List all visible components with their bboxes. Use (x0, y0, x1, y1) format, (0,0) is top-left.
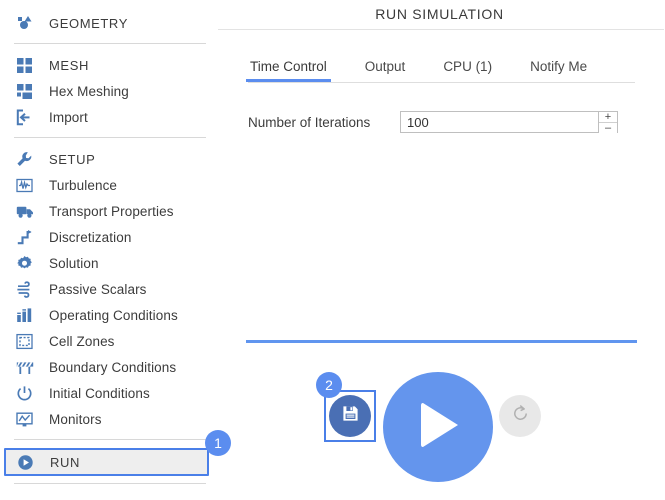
play-button[interactable] (383, 372, 493, 482)
sidebar-item-label: Operating Conditions (49, 307, 178, 323)
sidebar-group-setup: SETUP Turbulence Transport Properties Di… (0, 146, 218, 432)
geometry-icon (16, 13, 40, 33)
tab-cpu[interactable]: CPU (1) (443, 59, 492, 82)
step-badge-2: 2 (316, 372, 342, 398)
sidebar-item-initial-conditions[interactable]: Initial Conditions (0, 380, 218, 406)
title-divider (218, 29, 664, 30)
reset-button[interactable] (499, 395, 541, 437)
tab-output[interactable]: Output (365, 59, 406, 82)
iterations-row: Number of Iterations + – (218, 111, 665, 134)
action-bar (218, 362, 665, 482)
sidebar-group-mesh: MESH Hex Meshing Import (0, 52, 218, 130)
sidebar-item-run[interactable]: RUN (4, 448, 209, 476)
sidebar-item-label: GEOMETRY (49, 15, 128, 31)
sidebar-item-label: Turbulence (49, 177, 118, 193)
iterations-stepper[interactable]: + – (400, 111, 618, 134)
sidebar-divider (14, 137, 206, 138)
sidebar-item-hex-meshing[interactable]: Hex Meshing (0, 78, 218, 104)
sidebar-item-label: Solution (49, 255, 99, 271)
sidebar-item-solution[interactable]: Solution (0, 250, 218, 276)
mesh-icon (16, 55, 40, 75)
sidebar-item-passive-scalars[interactable]: Passive Scalars (0, 276, 218, 302)
monitor-icon (16, 409, 40, 429)
sidebar-item-operating-conditions[interactable]: Operating Conditions (0, 302, 218, 328)
sidebar-item-turbulence[interactable]: Turbulence (0, 172, 218, 198)
sidebar-item-label: Boundary Conditions (49, 359, 177, 375)
sidebar-item-discretization[interactable]: Discretization (0, 224, 218, 250)
sidebar-item-cell-zones[interactable]: Cell Zones (0, 328, 218, 354)
reset-icon (511, 404, 530, 428)
tab-notify-me[interactable]: Notify Me (530, 59, 587, 82)
sidebar-item-label: Transport Properties (49, 203, 174, 219)
save-button[interactable] (329, 395, 371, 437)
tab-bar: Time Control Output CPU (1) Notify Me (218, 52, 665, 82)
sidebar-item-label: SETUP (49, 151, 96, 167)
sidebar-divider (14, 43, 206, 44)
sidebar-item-label: Discretization (49, 229, 132, 245)
page-title: RUN SIMULATION (375, 6, 504, 22)
tab-time-control[interactable]: Time Control (246, 59, 331, 82)
sidebar-item-label: Passive Scalars (49, 281, 147, 297)
power-icon (16, 383, 40, 403)
main-panel: RUN SIMULATION Time Control Output CPU (… (218, 0, 665, 500)
stepper-buttons: + – (598, 112, 617, 134)
wind-icon (16, 279, 40, 299)
sidebar-item-label: Cell Zones (49, 333, 115, 349)
sidebar-item-mesh[interactable]: MESH (0, 52, 218, 78)
sidebar-item-label: MESH (49, 57, 89, 73)
discretization-icon (16, 227, 40, 247)
sidebar-item-label: Initial Conditions (49, 385, 150, 401)
sidebar: GEOMETRY MESH Hex Meshing Import SETUP T… (0, 0, 233, 500)
sidebar-item-monitors[interactable]: Monitors (0, 406, 218, 432)
sidebar-item-import[interactable]: Import (0, 104, 218, 130)
sidebar-item-label: Monitors (49, 411, 102, 427)
sidebar-item-transport-properties[interactable]: Transport Properties (0, 198, 218, 224)
sidebar-item-setup[interactable]: SETUP (0, 146, 218, 172)
step-badge-1: 1 (205, 430, 231, 456)
play-icon (410, 397, 466, 458)
decrement-button[interactable]: – (599, 123, 617, 134)
sidebar-group-geometry: GEOMETRY (0, 10, 218, 36)
sidebar-divider (14, 483, 206, 484)
sidebar-item-label: Import (49, 109, 88, 125)
sidebar-group-run: RUN (0, 448, 218, 476)
sidebar-item-boundary-conditions[interactable]: Boundary Conditions (0, 354, 218, 380)
app-root: GEOMETRY MESH Hex Meshing Import SETUP T… (0, 0, 665, 500)
import-icon (16, 107, 40, 127)
turbulence-icon (16, 175, 40, 195)
section-divider (246, 340, 637, 343)
sidebar-divider (14, 439, 206, 440)
iterations-label: Number of Iterations (248, 114, 371, 130)
sidebar-item-geometry[interactable]: GEOMETRY (0, 10, 218, 36)
iterations-input[interactable] (401, 112, 598, 132)
sidebar-item-label: Hex Meshing (49, 83, 129, 99)
gear-icon (16, 253, 40, 273)
floppy-disk-icon (342, 405, 359, 427)
wrench-icon (16, 149, 40, 169)
hex-meshing-icon (16, 81, 40, 101)
sidebar-item-label: RUN (50, 454, 80, 470)
bar-chart-icon (16, 305, 40, 325)
boundary-icon (16, 357, 40, 377)
tab-bar-divider (248, 82, 635, 83)
play-circle-icon (17, 452, 41, 472)
truck-icon (16, 201, 40, 221)
cell-zones-icon (16, 331, 40, 351)
